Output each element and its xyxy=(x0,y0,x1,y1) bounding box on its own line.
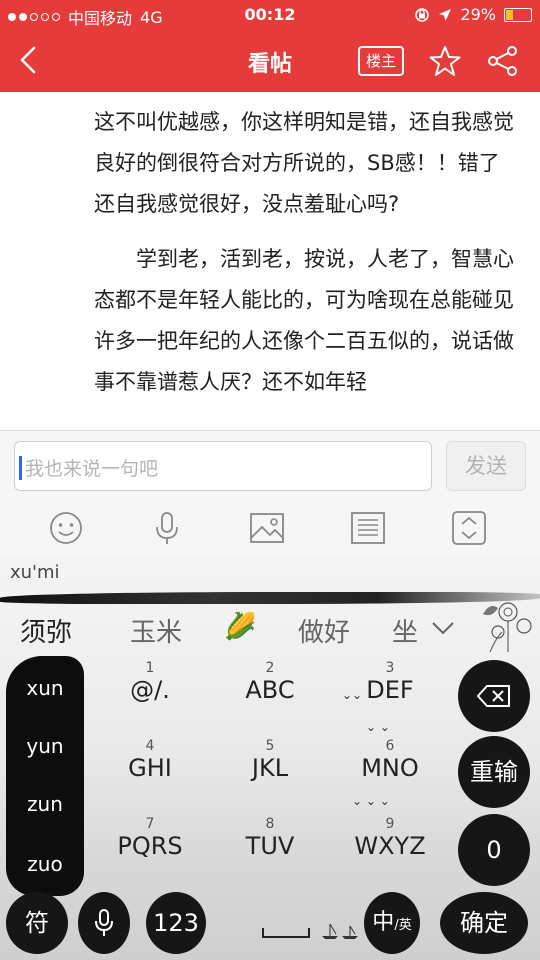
space-key[interactable] xyxy=(262,928,310,938)
bird-decoration-icon: ⌄ ⌄ ⌄ xyxy=(352,794,390,808)
comment-bar: 我也来说一句吧 发送 xyxy=(0,430,540,501)
backspace-icon xyxy=(476,685,510,707)
status-bar: 中国移动 4G 00:12 29% xyxy=(0,0,540,30)
emoji-icon[interactable] xyxy=(48,510,84,546)
image-icon[interactable] xyxy=(249,510,285,546)
ink-brush-stroke xyxy=(0,592,540,604)
share-icon[interactable] xyxy=(486,44,520,78)
key-6[interactable]: 6 MNO xyxy=(340,738,440,782)
send-button[interactable]: 发送 xyxy=(446,441,526,491)
key-9[interactable]: 9 WXYZ xyxy=(340,816,440,860)
list-icon[interactable] xyxy=(350,510,386,546)
key-7[interactable]: 7 PQRS xyxy=(100,816,200,860)
post-paragraph: 这不叫优越感，你这样明知是错，还自我感觉良好的倒很符合对方所说的，SB感！！错了… xyxy=(94,110,514,216)
zero-key[interactable]: 0 xyxy=(458,814,530,886)
comment-placeholder: 我也来说一句吧 xyxy=(25,458,159,480)
candidate-item[interactable]: 玉米 xyxy=(130,612,182,649)
bird-decoration-icon: ⌄⌄ xyxy=(342,688,363,702)
status-right: 29% xyxy=(414,5,532,24)
language-sub: /英 xyxy=(394,918,412,933)
key-1[interactable]: 1 @/. xyxy=(100,660,200,704)
pinyin-composition: xu'mi xyxy=(10,562,60,583)
numbers-key[interactable]: 123 xyxy=(146,892,206,954)
expand-icon[interactable] xyxy=(451,510,487,546)
text-cursor xyxy=(19,456,22,480)
key-5[interactable]: 5 JKL xyxy=(220,738,320,782)
language-main: 中 xyxy=(372,910,395,935)
post-paragraph: 学到老，活到老，按说，人老了，智慧心态都不是年轻人能比的，可为啥现在总能碰见许多… xyxy=(94,247,514,394)
star-icon[interactable] xyxy=(428,44,462,78)
post-content: 这不叫优越感，你这样明知是错，还自我感觉良好的倒很符合对方所说的，SB感！！错了… xyxy=(0,92,540,430)
rotation-lock-icon xyxy=(415,7,430,22)
candidate-item[interactable]: 坐 xyxy=(392,612,418,649)
chevron-down-icon[interactable] xyxy=(430,618,456,638)
microphone-icon[interactable] xyxy=(149,510,185,546)
flower-decoration-icon xyxy=(483,602,532,653)
microphone-icon xyxy=(95,909,113,936)
symbol-key[interactable]: 符 xyxy=(6,892,68,954)
comment-input[interactable]: 我也来说一句吧 xyxy=(14,441,432,491)
battery-percent: 29% xyxy=(460,5,496,24)
battery-icon xyxy=(504,7,532,22)
candidate-bar: 须弥 玉米 🌽 做好 坐 xyxy=(0,604,540,656)
pinyin-option[interactable]: xun xyxy=(0,676,90,700)
pinyin-option[interactable]: yun xyxy=(0,734,90,758)
boat-decoration-icon xyxy=(322,923,358,939)
bird-decoration-icon: ⌄ ⌄ xyxy=(366,720,390,734)
voice-key[interactable] xyxy=(78,892,130,954)
pinyin-option[interactable]: zun xyxy=(0,792,90,816)
confirm-key[interactable]: 确定 xyxy=(440,892,528,954)
pinyin-option[interactable]: zuo xyxy=(0,852,90,876)
key-2[interactable]: 2 ABC xyxy=(220,660,320,704)
candidate-item[interactable]: 须弥 xyxy=(20,612,72,649)
ime-keyboard: xu'mi 须弥 玉米 🌽 做好 坐 xun yun zun zuo 1 @/. … xyxy=(0,556,540,960)
language-switch-key[interactable]: 中/英 xyxy=(364,892,420,954)
louzhu-button[interactable]: 楼主 xyxy=(358,46,404,76)
candidate-item[interactable]: 🌽 xyxy=(224,612,256,642)
key-8[interactable]: 8 TUV xyxy=(220,816,320,860)
candidate-item[interactable]: 做好 xyxy=(298,612,350,649)
backspace-button[interactable] xyxy=(458,660,530,732)
location-icon xyxy=(439,8,452,21)
comment-toolbar xyxy=(0,500,540,556)
reinput-button[interactable]: 重输 xyxy=(458,736,530,808)
header: 中国移动 4G 00:12 29% 看帖 楼主 xyxy=(0,0,540,92)
nav-bar: 看帖 楼主 xyxy=(0,30,540,92)
key-4[interactable]: 4 GHI xyxy=(100,738,200,782)
